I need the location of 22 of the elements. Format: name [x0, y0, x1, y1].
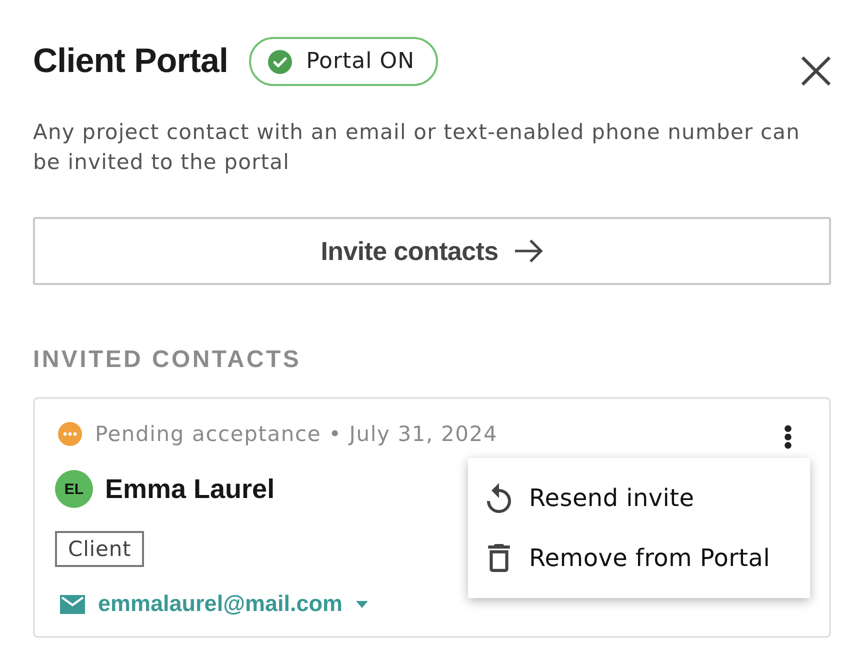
avatar: EL — [55, 470, 93, 508]
panel-title: Client Portal — [33, 41, 228, 82]
check-circle-icon — [268, 50, 292, 74]
section-heading: INVITED CONTACTS — [33, 346, 302, 374]
description-text: Any project contact with an email or text-enabled phone number can be invited to the portal — [33, 119, 801, 176]
badge-label: Portal ON — [306, 49, 415, 74]
vertical-dots-icon — [784, 425, 792, 449]
envelope-icon — [60, 594, 85, 614]
arrow-right-icon — [515, 239, 544, 263]
more-options-button[interactable] — [784, 425, 792, 449]
menu-item[interactable]: Remove from Portal — [468, 528, 810, 588]
caret-down-icon — [356, 600, 368, 608]
contact-name: Emma Laurel — [105, 474, 275, 504]
close-button[interactable] — [801, 56, 831, 86]
trash-icon — [488, 544, 510, 572]
close-icon — [801, 56, 831, 86]
replay-arrow-icon — [486, 483, 510, 513]
role-tag: Client — [55, 531, 144, 567]
invite-contacts-button[interactable]: Invite contacts — [33, 217, 831, 285]
menu-item[interactable]: Resend invite — [468, 468, 810, 528]
ellipsis-circle-icon — [58, 422, 82, 446]
status-text: Pending acceptance • July 31, 2024 — [95, 422, 498, 446]
